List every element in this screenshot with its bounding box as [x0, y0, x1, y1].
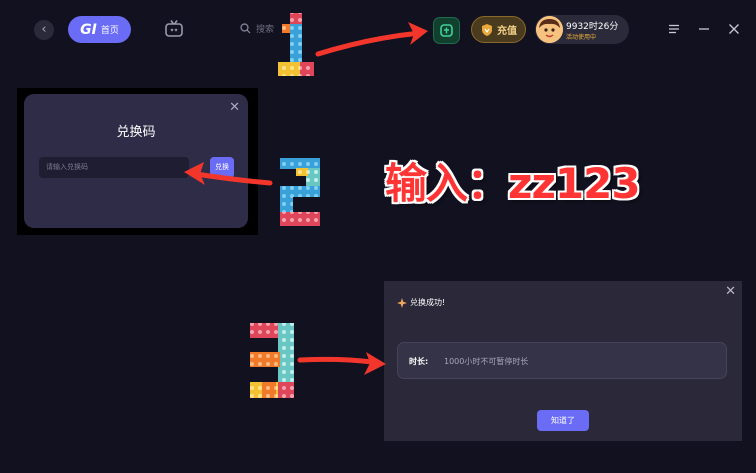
success-header: 兑换成功!: [397, 297, 445, 308]
acknowledge-button[interactable]: 知道了: [537, 410, 589, 431]
duration-value: 1000小时不可暂停时长: [444, 357, 529, 366]
avatar[interactable]: [536, 16, 563, 43]
close-icon[interactable]: ✕: [229, 100, 240, 115]
recharge-label: 充值: [497, 26, 517, 37]
arrow-to-success-box: [297, 352, 386, 375]
redeem-dialog: ✕ 兑换码 请输入兑换码 兑换: [24, 94, 248, 228]
home-tab[interactable]: GI 首页: [68, 16, 131, 43]
redeem-submit-button[interactable]: 兑换: [210, 157, 234, 178]
recharge-button[interactable]: 充值: [471, 16, 526, 43]
tv-icon[interactable]: [164, 19, 184, 39]
success-title: 兑换成功!: [410, 298, 446, 307]
home-tab-label: 首页: [100, 26, 119, 36]
step-2-block-number: [280, 158, 320, 226]
vip-shield-icon: [482, 23, 492, 36]
redeem-panel: ✕ 兑换码 请输入兑换码 兑换: [17, 88, 258, 235]
redeem-code-input[interactable]: 请输入兑换码: [39, 157, 189, 178]
dialog-title: 兑换码: [116, 125, 156, 140]
chevron-left-icon: ‹: [41, 22, 47, 37]
minimize-icon[interactable]: [697, 22, 711, 36]
close-icon[interactable]: ✕: [725, 284, 736, 299]
search-placeholder: 搜索: [256, 25, 275, 35]
success-dialog: ✕ 兑换成功! 时长: 1000小时不可暂停时长 知道了: [384, 281, 742, 441]
duration-box: 时长: 1000小时不可暂停时长: [397, 342, 727, 379]
step-3-block-number: [250, 323, 294, 398]
top-bar: ‹ GI 首页 搜索 充值 9932时26分 活动使用中: [0, 0, 756, 60]
remaining-time: 9932时26分: [566, 22, 619, 32]
app-logo: GI: [80, 21, 97, 38]
menu-icon[interactable]: [667, 22, 681, 36]
user-status: 活动使用中: [566, 34, 597, 41]
avatar-face-icon: [536, 16, 563, 43]
gift-icon: [440, 24, 453, 37]
user-account[interactable]: 9932时26分 活动使用中: [535, 15, 629, 44]
close-window-icon[interactable]: [727, 22, 741, 36]
instruction-annotation: 输入：zz123: [385, 159, 641, 208]
search-icon: [240, 23, 251, 34]
back-button[interactable]: ‹: [34, 20, 54, 40]
sparkle-icon: [397, 297, 407, 308]
search-bar[interactable]: 搜索: [240, 22, 274, 35]
gift-code-button[interactable]: [433, 17, 460, 44]
duration-label: 时长:: [409, 357, 429, 366]
